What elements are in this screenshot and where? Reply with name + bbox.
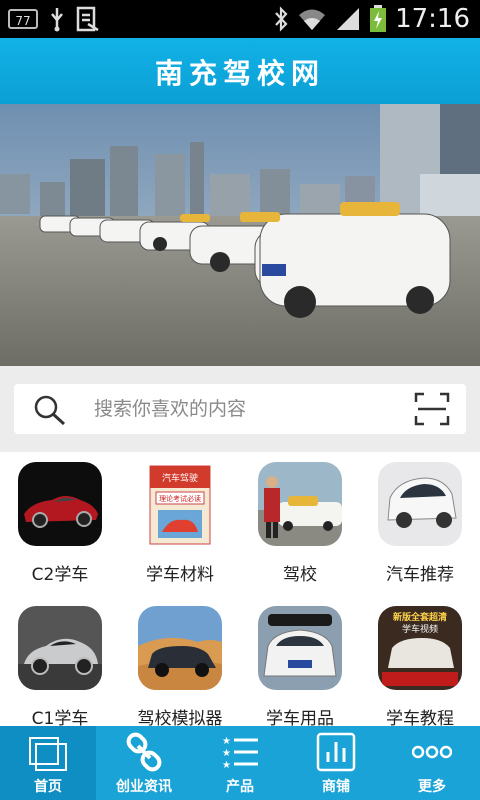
search-area xyxy=(0,366,480,452)
status-bar: 77 17:16 xyxy=(0,0,480,38)
chart-icon xyxy=(316,732,356,772)
signal-icon xyxy=(337,8,360,30)
tab-more[interactable]: 更多 xyxy=(384,726,480,800)
svg-text:★: ★ xyxy=(222,760,231,771)
svg-text:汽车驾驶: 汽车驾驶 xyxy=(162,472,198,484)
tab-home[interactable]: 首页 xyxy=(0,726,96,800)
category-thumbnail: 新版全套超清 学车视频 xyxy=(378,606,462,690)
category-grid: C2学车 汽车驾驶 理论考试必读 学车材料 驾校 汽车推荐 C1学车 驾校模拟器… xyxy=(0,452,480,729)
banner-image xyxy=(0,104,480,366)
svg-text:理论考试必读: 理论考试必读 xyxy=(159,494,201,503)
wifi-icon xyxy=(299,9,326,30)
category-item-materials[interactable]: 汽车驾驶 理论考试必读 学车材料 xyxy=(120,452,240,589)
home-icon xyxy=(29,737,67,771)
category-label: 驾校 xyxy=(283,565,317,585)
tab-label: 商铺 xyxy=(322,779,350,795)
book-cover-image: 汽车驾驶 理论考试必读 xyxy=(138,462,222,546)
red-sports-car-image xyxy=(18,462,102,546)
svg-text:学车视频: 学车视频 xyxy=(402,623,438,635)
svg-text:★: ★ xyxy=(222,736,231,747)
tab-products[interactable]: ★ ★ ★ 产品 xyxy=(192,726,288,800)
category-item-tutorial[interactable]: 新版全套超清 学车视频 学车教程 xyxy=(360,596,480,733)
tab-shops[interactable]: 商铺 xyxy=(288,726,384,800)
silver-sports-car-image xyxy=(18,606,102,690)
svg-text:新版全套超清: 新版全套超清 xyxy=(393,611,447,623)
category-thumbnail xyxy=(138,606,222,690)
category-thumbnail: 汽车驾驶 理论考试必读 xyxy=(138,462,222,546)
tutorial-poster-image: 新版全套超清 学车视频 xyxy=(378,606,462,690)
list-icon: ★ ★ ★ xyxy=(222,736,258,771)
category-item-recommend[interactable]: 汽车推荐 xyxy=(360,452,480,589)
category-label: 汽车推荐 xyxy=(386,565,454,585)
tab-label: 更多 xyxy=(418,779,446,795)
link-icon xyxy=(126,732,162,772)
tab-business-news[interactable]: 创业资讯 xyxy=(96,726,192,800)
category-item-c2[interactable]: C2学车 xyxy=(0,452,120,589)
tab-label: 首页 xyxy=(34,779,62,795)
battery-level-badge: 77 xyxy=(8,9,38,29)
search-box[interactable] xyxy=(14,384,466,434)
battery-charging-icon xyxy=(370,5,387,32)
category-label: 学车材料 xyxy=(146,565,214,585)
category-thumbnail xyxy=(258,606,342,690)
category-item-supplies[interactable]: 学车用品 xyxy=(240,596,360,733)
driving-school-image xyxy=(258,462,342,546)
scan-icon[interactable] xyxy=(414,392,450,426)
category-thumbnail xyxy=(18,462,102,546)
app-header: 南充驾校网 xyxy=(0,38,480,104)
usb-icon xyxy=(51,8,63,32)
document-icon xyxy=(76,6,99,32)
svg-text:★: ★ xyxy=(222,748,231,759)
more-icon xyxy=(412,745,452,759)
white-compact-car-image xyxy=(378,462,462,546)
search-icon[interactable] xyxy=(32,394,68,426)
bluetooth-icon xyxy=(275,6,288,32)
category-thumbnail xyxy=(18,606,102,690)
banner-carousel[interactable] xyxy=(0,104,480,366)
category-label: C2学车 xyxy=(31,565,89,585)
category-item-school[interactable]: 驾校 xyxy=(240,452,360,589)
bottom-tab-bar: 首页 创业资讯 ★ ★ ★ 产品 商铺 更多 xyxy=(0,726,480,800)
category-thumbnail xyxy=(258,462,342,546)
category-item-simulator[interactable]: 驾校模拟器 xyxy=(120,596,240,733)
roof-box-car-image xyxy=(258,606,342,690)
search-input[interactable] xyxy=(94,395,394,423)
suv-desert-image xyxy=(138,606,222,690)
page-title: 南充驾校网 xyxy=(154,57,325,90)
clock: 17:16 xyxy=(395,4,470,34)
category-item-c1[interactable]: C1学车 xyxy=(0,596,120,733)
tab-label: 产品 xyxy=(226,779,254,795)
category-thumbnail xyxy=(378,462,462,546)
tab-label: 创业资讯 xyxy=(116,779,172,795)
